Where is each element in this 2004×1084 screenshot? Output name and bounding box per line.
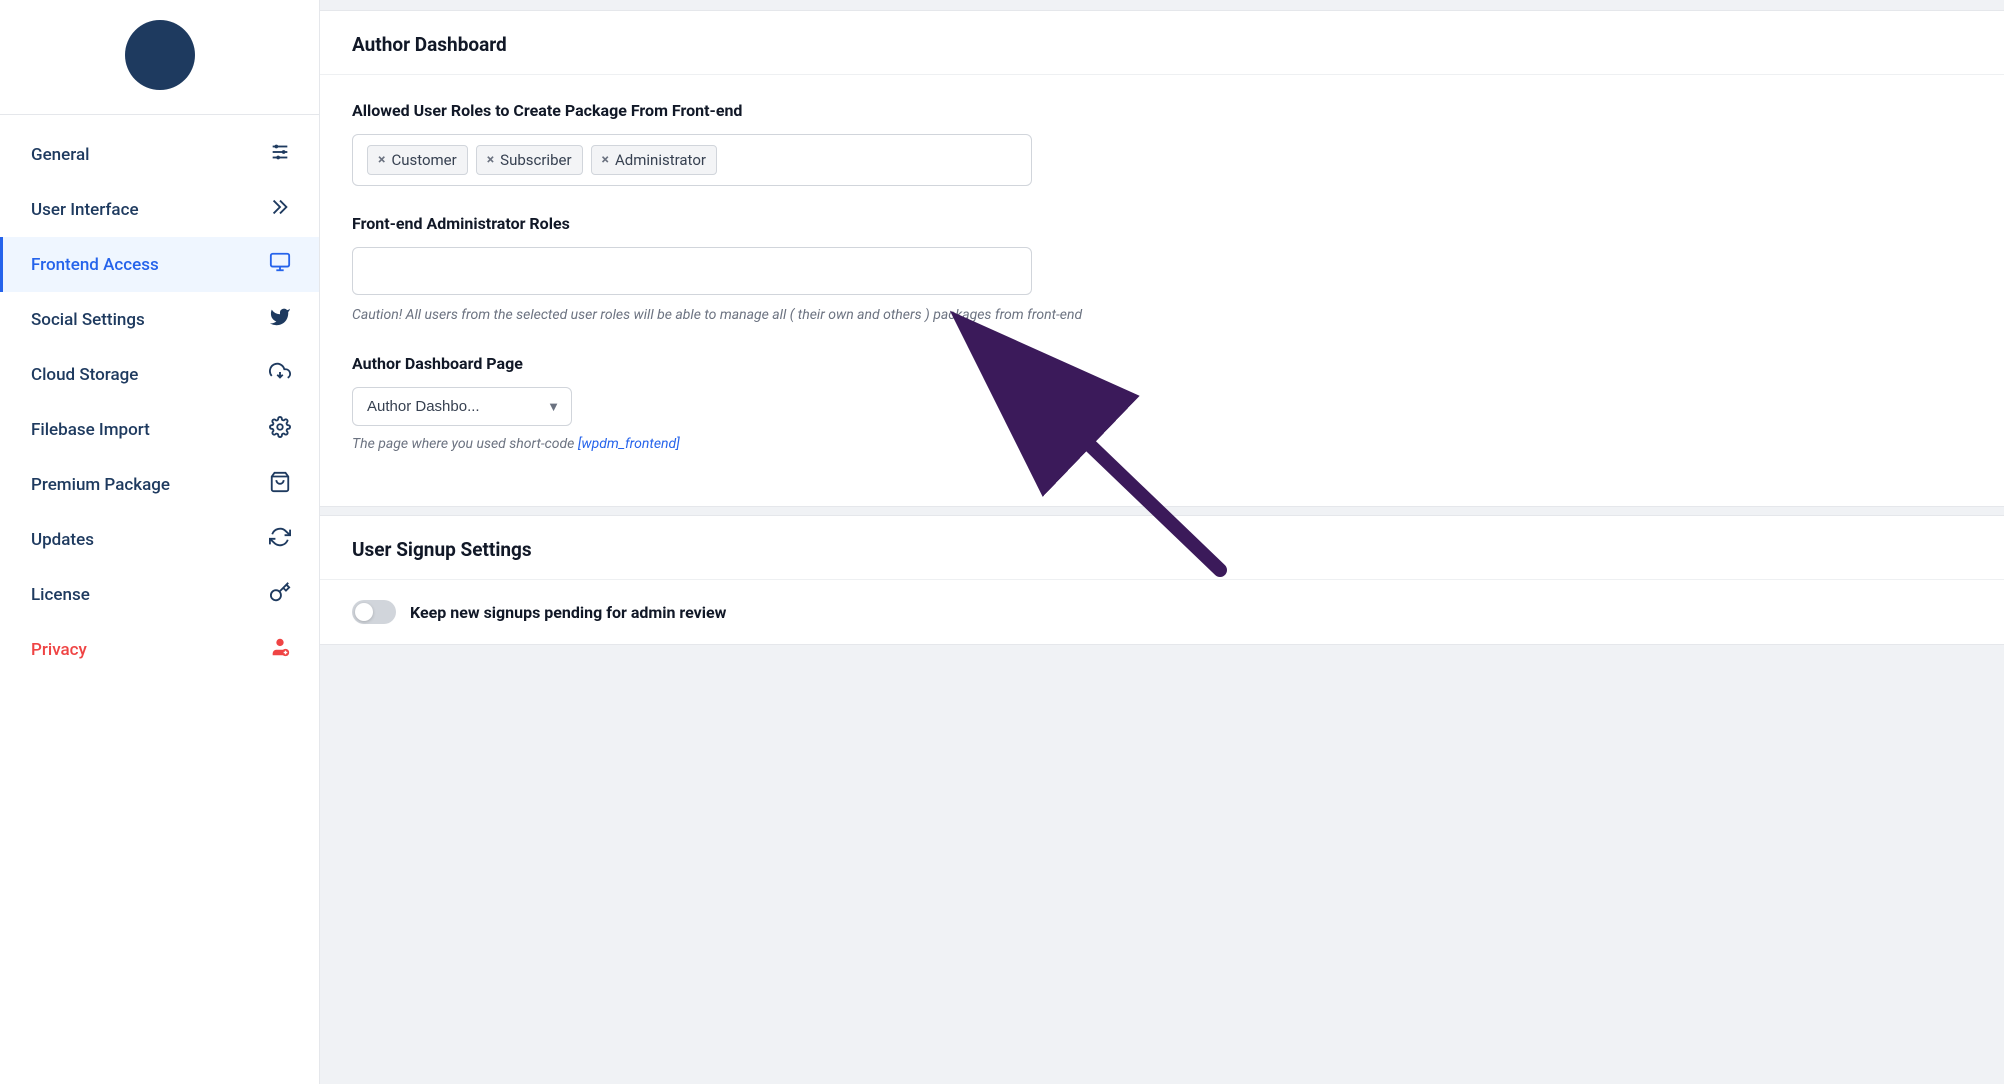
- sidebar-item-frontend-access[interactable]: Frontend Access: [0, 237, 319, 292]
- twitter-icon: [269, 306, 291, 333]
- signup-section-header: User Signup Settings: [320, 516, 2004, 580]
- section-body: Allowed User Roles to Create Package Fro…: [320, 75, 2004, 506]
- main-content: Author Dashboard Allowed User Roles to C…: [320, 0, 2004, 653]
- sidebar-item-filebase-import[interactable]: Filebase Import: [0, 402, 319, 457]
- main-wrapper: Author Dashboard Allowed User Roles to C…: [320, 0, 2004, 1084]
- sidebar-item-premium-package[interactable]: Premium Package: [0, 457, 319, 512]
- frontend-admin-label: Front-end Administrator Roles: [352, 214, 1972, 233]
- user-signup-section: User Signup Settings Keep new signups pe…: [320, 515, 2004, 645]
- tags-input[interactable]: × Customer × Subscriber × Administrator: [352, 134, 1032, 186]
- section-header: Author Dashboard: [320, 11, 2004, 75]
- sidebar-item-privacy[interactable]: Privacy: [0, 622, 319, 677]
- top-strip: [320, 0, 2004, 10]
- tag-subscriber-remove[interactable]: ×: [487, 153, 494, 167]
- dashboard-page-field: Author Dashboard Page Author Dashbo... ▼…: [352, 354, 1972, 452]
- shortcode-link[interactable]: [wpdm_frontend]: [578, 436, 680, 452]
- sidebar-item-cloud-storage[interactable]: Cloud Storage: [0, 347, 319, 402]
- avatar: [125, 20, 195, 90]
- allowed-roles-label: Allowed User Roles to Create Package Fro…: [352, 101, 1972, 120]
- key-icon: [269, 581, 291, 608]
- keep-pending-toggle[interactable]: [352, 600, 396, 624]
- tag-customer-remove[interactable]: ×: [378, 153, 385, 167]
- tag-administrator: × Administrator: [591, 145, 717, 175]
- cloud-icon: [269, 361, 291, 388]
- dashboard-page-select[interactable]: Author Dashbo...: [352, 387, 572, 426]
- frontend-admin-input[interactable]: [352, 247, 1032, 295]
- sliders-icon: [269, 141, 291, 168]
- keep-pending-label: Keep new signups pending for admin revie…: [410, 603, 726, 622]
- paint-icon: [269, 196, 291, 223]
- gear-icon: [269, 416, 291, 443]
- signup-section-title: User Signup Settings: [352, 538, 532, 561]
- basket-icon: [269, 471, 291, 498]
- tag-administrator-remove[interactable]: ×: [602, 153, 609, 167]
- privacy-icon: [269, 636, 291, 663]
- sidebar-nav: General User Interface Frontend Access: [0, 115, 319, 1084]
- author-dashboard-title: Author Dashboard: [352, 33, 507, 56]
- sidebar-item-license[interactable]: License: [0, 567, 319, 622]
- sidebar-item-user-interface[interactable]: User Interface: [0, 182, 319, 237]
- refresh-icon: [269, 526, 291, 553]
- allowed-roles-field: Allowed User Roles to Create Package Fro…: [352, 101, 1972, 186]
- sidebar-item-updates[interactable]: Updates: [0, 512, 319, 567]
- sidebar-item-general[interactable]: General: [0, 127, 319, 182]
- frontend-admin-field: Front-end Administrator Roles Caution! A…: [352, 214, 1972, 326]
- sidebar-item-social-settings[interactable]: Social Settings: [0, 292, 319, 347]
- tag-customer: × Customer: [367, 145, 468, 175]
- shortcode-note: The page where you used short-code [wpdm…: [352, 436, 1972, 452]
- author-dashboard-section: Author Dashboard Allowed User Roles to C…: [320, 10, 2004, 507]
- select-wrapper: Author Dashbo... ▼: [352, 387, 572, 426]
- avatar-area: [0, 0, 319, 115]
- sidebar: General User Interface Frontend Access: [0, 0, 320, 1084]
- caution-text: Caution! All users from the selected use…: [352, 305, 1212, 326]
- dashboard-page-label: Author Dashboard Page: [352, 354, 1972, 373]
- monitor-icon: [269, 251, 291, 278]
- tag-subscriber: × Subscriber: [476, 145, 583, 175]
- keep-pending-row: Keep new signups pending for admin revie…: [320, 580, 2004, 644]
